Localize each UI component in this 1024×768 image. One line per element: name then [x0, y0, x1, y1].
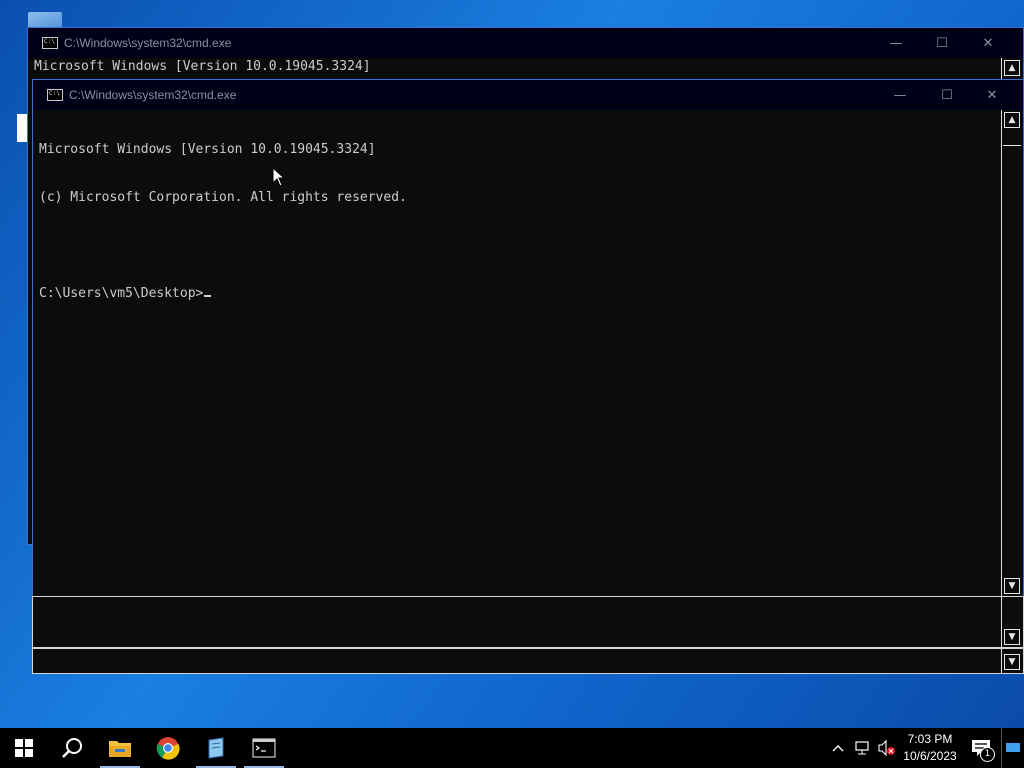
desktop-icon — [1006, 743, 1020, 752]
clock[interactable]: 7:03 PM 10/6/2023 — [899, 731, 961, 765]
desktop: C:\ C:\Windows\system32\cmd.exe — ☐ ✕ Mi… — [0, 0, 1024, 728]
minimize-button[interactable]: — — [877, 80, 923, 110]
close-button[interactable]: ✕ — [969, 80, 1015, 110]
volume-button[interactable] — [875, 728, 899, 768]
clock-time: 7:03 PM — [907, 732, 953, 746]
volume-muted-icon — [878, 740, 895, 756]
scroll-up-icon[interactable]: ▲ — [1004, 112, 1020, 128]
console-line: (c) Microsoft Corporation. All rights re… — [39, 190, 407, 205]
show-desktop-button[interactable] — [1001, 728, 1024, 768]
scroll-up-icon[interactable]: ▲ — [1004, 60, 1020, 76]
window-title: C:\Windows\system32\cmd.exe — [64, 36, 232, 50]
folder-icon — [109, 741, 131, 757]
clock-date: 10/6/2023 — [903, 749, 957, 763]
chrome-button[interactable] — [144, 728, 192, 768]
search-button[interactable] — [48, 728, 96, 768]
title-bar[interactable]: C:\ C:\Windows\system32\cmd.exe — [33, 80, 1023, 110]
file-explorer-button[interactable] — [96, 728, 144, 768]
console-line: Microsoft Windows [Version 10.0.19045.33… — [34, 59, 371, 74]
scroll-down-icon[interactable]: ▼ — [1004, 654, 1020, 670]
vertical-scrollbar[interactable]: ▼ — [1001, 649, 1023, 673]
prompt-text: C:\Users\vm5\Desktop> — [39, 286, 204, 301]
network-icon — [855, 741, 869, 755]
system-tray: 7:03 PM 10/6/2023 1 — [825, 728, 1024, 768]
action-center-button[interactable]: 1 — [961, 728, 1001, 768]
network-button[interactable] — [851, 728, 875, 768]
vertical-scrollbar[interactable]: ▼ — [1001, 597, 1023, 647]
text-cursor — [204, 295, 212, 297]
desktop-fragment — [17, 114, 27, 142]
cmd-taskbar-button[interactable] — [240, 728, 288, 768]
maximize-button[interactable]: ☐ — [924, 80, 970, 110]
cmd-window-front[interactable]: C:\ C:\Windows\system32\cmd.exe — ☐ ✕ Mi… — [32, 79, 1024, 597]
show-hidden-icons-button[interactable] — [825, 728, 851, 768]
terminal-icon — [252, 738, 276, 758]
console-output[interactable]: Microsoft Windows [Version 10.0.19045.33… — [39, 110, 407, 334]
cmd-icon: C:\ — [42, 37, 58, 49]
maximize-button[interactable]: ☐ — [919, 28, 965, 58]
chrome-icon — [156, 737, 180, 760]
notification-count-badge: 1 — [980, 747, 995, 762]
start-button[interactable] — [0, 728, 48, 768]
close-button[interactable]: ✕ — [965, 28, 1011, 58]
scroll-down-icon[interactable]: ▼ — [1004, 629, 1020, 645]
console-line: Microsoft Windows [Version 10.0.19045.33… — [39, 142, 376, 157]
minimize-button[interactable]: — — [873, 28, 919, 58]
search-icon — [62, 738, 82, 758]
cmd-window-background-strip[interactable]: ▼ — [32, 648, 1024, 674]
mouse-pointer-icon — [272, 167, 286, 187]
notepad-icon — [208, 737, 224, 759]
window-title: C:\Windows\system32\cmd.exe — [69, 88, 237, 102]
taskbar: 7:03 PM 10/6/2023 1 — [0, 728, 1024, 768]
scroll-thumb[interactable] — [1003, 129, 1021, 146]
chevron-up-icon — [832, 745, 844, 752]
scroll-down-icon[interactable]: ▼ — [1004, 578, 1020, 594]
windows-logo-icon — [15, 739, 33, 757]
cmd-icon: C:\ — [47, 89, 63, 101]
prompt-line[interactable]: C:\Users\vm5\Desktop> — [39, 286, 407, 302]
notepad-button[interactable] — [192, 728, 240, 768]
cmd-window-background-strip[interactable]: ▼ — [32, 596, 1024, 648]
vertical-scrollbar[interactable]: ▲ ▼ — [1001, 110, 1023, 596]
